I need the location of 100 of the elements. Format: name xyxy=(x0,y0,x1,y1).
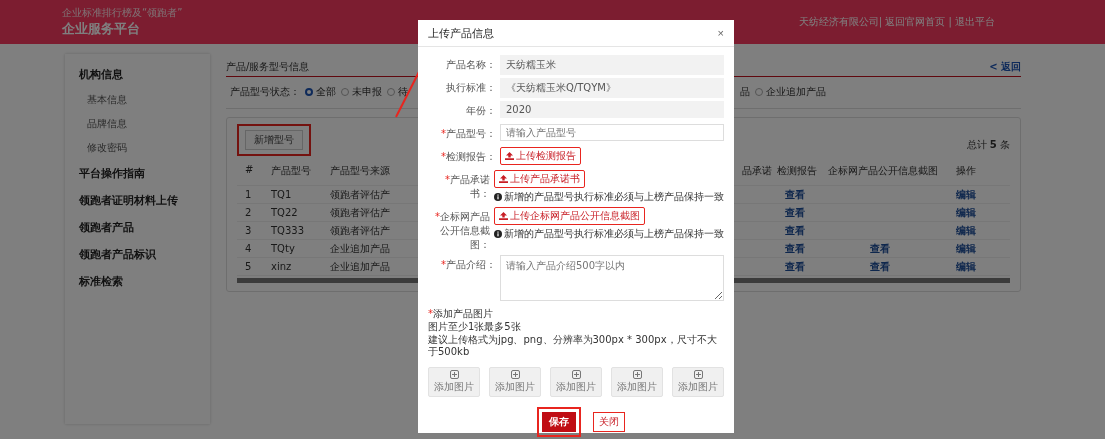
field-label: 产品名称： xyxy=(445,58,497,72)
add-image-button[interactable]: 添加图片 xyxy=(550,367,602,397)
field-label: *产品承诺书： xyxy=(444,173,491,201)
plus-icon xyxy=(510,370,520,379)
column-header: 产品型号 xyxy=(270,164,312,178)
section-title: 产品/服务型号信息 xyxy=(226,60,310,74)
filter-label: 产品型号状态： xyxy=(230,85,300,99)
sidebar-section[interactable]: 领跑者证明材料上传 xyxy=(79,194,210,208)
upload-button[interactable]: 上传检测报告 xyxy=(500,147,581,165)
upload-icon xyxy=(499,175,508,183)
status-radio[interactable]: 待 xyxy=(387,85,408,99)
table-cell-text: TQ1 xyxy=(270,189,293,200)
site-subtitle: 企业标准排行榜及“领跑者” xyxy=(62,6,183,20)
table-cell-text: 领跑者评估产 xyxy=(329,187,391,202)
edit-link[interactable]: 编辑 xyxy=(956,224,976,236)
table-cell-text: 4 xyxy=(244,243,253,254)
field-label: *产品介绍： xyxy=(440,258,497,272)
view-link[interactable]: 查看 xyxy=(785,188,805,200)
close-button[interactable]: × xyxy=(717,27,724,39)
table-cell-text: 企业追加产品 xyxy=(329,259,391,274)
radio-label: 企业追加产品 xyxy=(766,85,826,99)
plus-icon xyxy=(449,370,459,379)
plus-icon xyxy=(632,370,642,379)
sidebar-item[interactable]: 基本信息 xyxy=(87,93,210,107)
images-title: *添加产品图片 xyxy=(428,308,494,320)
sidebar-section[interactable]: 领跑者产品 xyxy=(79,221,210,235)
column-header: 品承诺 xyxy=(741,164,773,178)
add-image-button[interactable]: 添加图片 xyxy=(428,367,480,397)
header-links[interactable]: 天纺经济有限公司| 返回官网首页 | 退出平台 xyxy=(798,15,995,29)
radio-label: 全部 xyxy=(316,85,336,99)
close-button[interactable]: 关闭 xyxy=(593,412,625,432)
add-image-button[interactable]: 添加图片 xyxy=(672,367,724,397)
table-cell-text: 企业追加产品 xyxy=(329,241,391,256)
save-button[interactable]: 保存 xyxy=(542,412,576,432)
status-radio[interactable]: 全部 xyxy=(305,85,336,99)
table-cell-text: 领跑者评估产 xyxy=(329,205,391,220)
input-field[interactable]: 请输入产品型号 xyxy=(500,124,724,141)
site-title: 企业服务平台 xyxy=(62,20,141,38)
edit-link[interactable]: 编辑 xyxy=(956,242,976,254)
column-header: 企标网产品公开信息截图 xyxy=(827,164,939,178)
column-header: 产品型号来源 xyxy=(329,164,391,178)
table-cell-text: xinz xyxy=(270,261,293,272)
upload-icon xyxy=(499,212,508,220)
sidebar-section[interactable]: 平台操作指南 xyxy=(79,167,210,181)
add-model-button[interactable]: 新增型号 xyxy=(245,130,303,150)
edit-link[interactable]: 编辑 xyxy=(956,260,976,272)
view-link[interactable]: 查看 xyxy=(785,206,805,218)
sidebar-item[interactable]: 品牌信息 xyxy=(87,117,210,131)
dialog-title: 上传产品信息 xyxy=(428,25,494,41)
add-image-button[interactable]: 添加图片 xyxy=(489,367,541,397)
hint-text: 新增的产品型号执行标准必须与上榜产品保持一致 xyxy=(504,190,724,204)
upload-button[interactable]: 上传企标网产品公开信息截图 xyxy=(494,207,645,225)
view-link[interactable]: 查看 xyxy=(785,260,805,272)
table-cell-text: 2 xyxy=(244,207,253,218)
table-cell-text: TQ333 xyxy=(270,225,306,236)
table-cell-text: 1 xyxy=(244,189,253,200)
field-label: 年份： xyxy=(465,104,497,118)
sidebar-section[interactable]: 标准检索 xyxy=(79,275,210,289)
sidebar-section[interactable]: 领跑者产品标识 xyxy=(79,248,210,262)
readonly-field: 《天纺糯玉米Q/TQYM》 xyxy=(500,78,724,98)
table-cell-text: TQ22 xyxy=(270,207,299,218)
readonly-field: 天纺糯玉米 xyxy=(500,55,724,75)
info-icon xyxy=(494,193,502,201)
back-link[interactable]: < 返回 xyxy=(989,60,1021,74)
table-cell-text: TQty xyxy=(270,243,296,254)
table-cell-text: 领跑者评估产 xyxy=(329,223,391,238)
description-field[interactable]: 请输入产品介绍500字以内 xyxy=(500,255,724,301)
status-radio[interactable]: 未申报 xyxy=(341,85,382,99)
table-cell-text: 3 xyxy=(244,225,253,236)
field-label: 执行标准： xyxy=(445,81,497,95)
view-link[interactable]: 查看 xyxy=(870,260,890,272)
column-header: 检测报告 xyxy=(776,164,818,178)
plus-icon xyxy=(571,370,581,379)
view-link[interactable]: 查看 xyxy=(870,242,890,254)
total-count: 总计 5 条 xyxy=(966,138,1010,152)
radio-label: 待 xyxy=(398,85,408,99)
images-note: 图片至少1张最多5张 xyxy=(428,321,522,333)
field-label: *产品型号： xyxy=(440,127,497,141)
field-label: *检测报告： xyxy=(440,150,497,164)
status-radio[interactable]: 企业追加产品 xyxy=(755,85,826,99)
option-label: 品 xyxy=(740,85,750,99)
view-link[interactable]: 查看 xyxy=(785,242,805,254)
sidebar-section[interactable]: 机构信息 xyxy=(79,68,210,82)
upload-icon xyxy=(505,152,514,160)
edit-link[interactable]: 编辑 xyxy=(956,188,976,200)
readonly-field: 2020 xyxy=(500,101,724,118)
hint-text: 新增的产品型号执行标准必须与上榜产品保持一致 xyxy=(504,227,724,241)
field-label: *企标网产品公开信息截图： xyxy=(434,210,491,252)
view-link[interactable]: 查看 xyxy=(785,224,805,236)
table-cell-text: 5 xyxy=(244,261,253,272)
images-note: 建议上传格式为jpg、png、分辨率为300px * 300px，尺寸不大于500kb xyxy=(428,334,718,358)
column-header: 操作 xyxy=(955,164,977,178)
info-icon xyxy=(494,230,502,238)
add-image-button[interactable]: 添加图片 xyxy=(611,367,663,397)
column-header: # xyxy=(244,164,255,175)
sidebar-item[interactable]: 修改密码 xyxy=(87,141,210,155)
plus-icon xyxy=(693,370,703,379)
radio-label: 未申报 xyxy=(352,85,382,99)
upload-button[interactable]: 上传产品承诺书 xyxy=(494,170,585,188)
edit-link[interactable]: 编辑 xyxy=(956,206,976,218)
